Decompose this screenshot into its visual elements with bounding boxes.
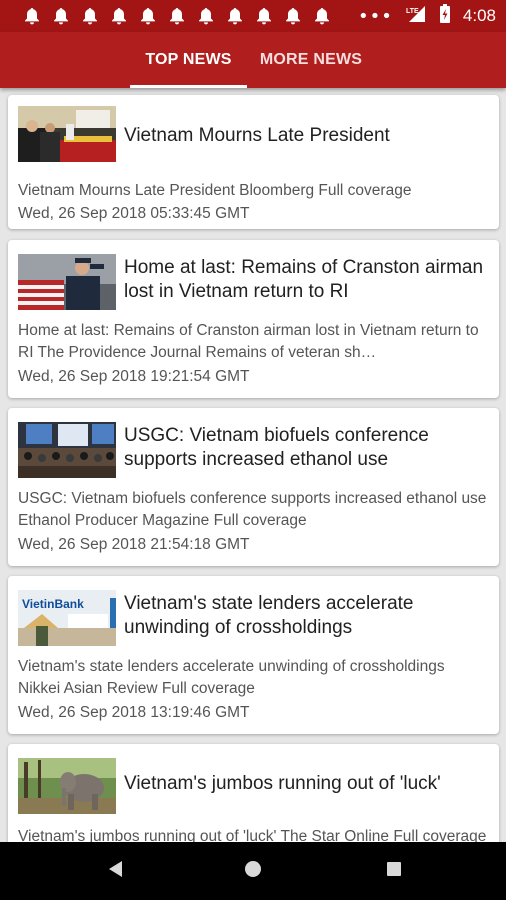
- tab-bar: TOP NEWS MORE NEWS: [0, 32, 506, 88]
- bell-icon: [167, 6, 187, 26]
- article-thumbnail: [18, 106, 116, 162]
- bell-icon: [51, 6, 71, 26]
- news-card[interactable]: USGC: Vietnam biofuels conference suppor…: [8, 408, 499, 566]
- system-nav-bar: [0, 842, 506, 900]
- article-summary: Vietnam Mourns Late President Bloomberg …: [18, 182, 412, 199]
- news-card[interactable]: Home at last: Remains of Cranston airman…: [8, 240, 499, 398]
- article-summary: Vietnam's state lenders accelerate unwin…: [18, 658, 445, 697]
- overflow-dots: •••: [358, 5, 393, 27]
- news-card[interactable]: Vietnam Mourns Late President Vietnam Mo…: [8, 95, 499, 229]
- article-summary: Vietnam's jumbos running out of 'luck' T…: [18, 828, 487, 842]
- bell-icon: [138, 6, 158, 26]
- tab-more-news[interactable]: MORE NEWS: [250, 32, 372, 88]
- article-title[interactable]: USGC: Vietnam biofuels conference suppor…: [124, 424, 485, 472]
- recents-icon: [386, 861, 402, 882]
- bell-icon: [109, 6, 129, 26]
- article-thumbnail: [18, 254, 116, 310]
- bell-icon: [196, 6, 216, 26]
- article-thumbnail: [18, 422, 116, 478]
- article-date: Wed, 26 Sep 2018 13:19:46 GMT: [18, 704, 250, 721]
- bell-icon: [22, 6, 42, 26]
- selected-tab-indicator: [130, 85, 247, 88]
- article-title[interactable]: Vietnam Mourns Late President: [124, 124, 485, 148]
- status-bar: ••• LTE 4:08: [0, 0, 506, 32]
- home-icon: [243, 859, 263, 884]
- battery-icon: [439, 3, 451, 29]
- home-button[interactable]: [223, 842, 283, 900]
- bell-icon: [254, 6, 274, 26]
- signal-lte-icon: LTE: [405, 5, 427, 28]
- news-feed[interactable]: Vietnam Mourns Late President Vietnam Mo…: [0, 88, 506, 842]
- bell-icon: [312, 6, 332, 26]
- bell-icon: [225, 6, 245, 26]
- article-date: Wed, 26 Sep 2018 05:33:45 GMT: [18, 205, 250, 222]
- svg-text:VietinBank: VietinBank: [22, 597, 84, 611]
- article-title[interactable]: Vietnam's jumbos running out of 'luck': [124, 772, 485, 796]
- clock: 4:08: [462, 6, 496, 25]
- notification-icons: [22, 6, 332, 26]
- article-title[interactable]: Home at last: Remains of Cranston airman…: [124, 256, 485, 304]
- bell-icon: [80, 6, 100, 26]
- article-summary: USGC: Vietnam biofuels conference suppor…: [18, 490, 487, 529]
- news-card[interactable]: VietinBank Vietnam's state lenders accel…: [8, 576, 499, 734]
- back-icon: [108, 860, 124, 883]
- svg-text:LTE: LTE: [406, 8, 419, 15]
- article-date: Wed, 26 Sep 2018 19:21:54 GMT: [18, 368, 250, 385]
- bell-icon: [283, 6, 303, 26]
- article-title[interactable]: Vietnam's state lenders accelerate unwin…: [124, 592, 485, 640]
- news-card[interactable]: Vietnam's jumbos running out of 'luck' V…: [8, 744, 499, 842]
- back-button[interactable]: [86, 842, 146, 900]
- tab-top-news[interactable]: TOP NEWS: [130, 32, 247, 88]
- article-summary: Home at last: Remains of Cranston airman…: [18, 322, 479, 361]
- article-date: Wed, 26 Sep 2018 21:54:18 GMT: [18, 536, 250, 553]
- article-thumbnail: [18, 758, 116, 814]
- recents-button[interactable]: [364, 842, 424, 900]
- article-thumbnail: VietinBank: [18, 590, 116, 646]
